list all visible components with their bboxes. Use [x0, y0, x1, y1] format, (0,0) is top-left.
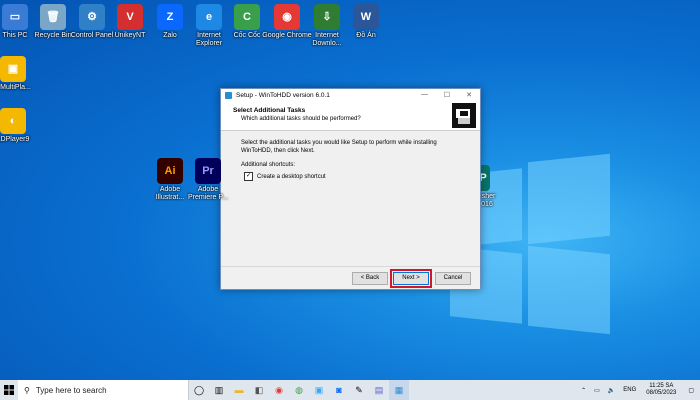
- desktop-shortcut-label[interactable]: Create a desktop shortcut: [257, 174, 326, 180]
- desktop-app-icon: W: [353, 4, 379, 30]
- desktop-app-icon: 🗑: [40, 4, 66, 30]
- app-icon: [225, 92, 232, 99]
- notifications-icon[interactable]: ▢: [688, 387, 694, 394]
- back-button[interactable]: < Back: [352, 272, 388, 285]
- wintohdd-logo-icon: [452, 103, 476, 128]
- dialog-titlebar[interactable]: Setup - WinToHDD version 6.0.1 — ☐ ✕: [221, 89, 480, 102]
- network-icon[interactable]: ▭: [594, 387, 600, 394]
- setup-dialog: Setup - WinToHDD version 6.0.1 — ☐ ✕ Sel…: [220, 88, 481, 290]
- desktop-shortcut-option[interactable]: ✓ Create a desktop shortcut: [244, 172, 468, 181]
- desktop-icon[interactable]: W Đồ Án: [341, 4, 391, 40]
- desktop-app-icon: e: [196, 4, 222, 30]
- cancel-button[interactable]: Cancel: [435, 272, 471, 285]
- search-placeholder: Type here to search: [35, 385, 107, 395]
- chrome-taskbar-icon[interactable]: ◉: [269, 380, 289, 400]
- desktop-icon-label: DMultiPla...: [0, 84, 31, 91]
- minimize-icon[interactable]: —: [421, 91, 428, 98]
- close-icon[interactable]: ✕: [466, 91, 472, 99]
- windows-start-icon: [4, 385, 14, 395]
- desktop-app-icon: ◉: [274, 4, 300, 30]
- desktop-icon[interactable]: ◐ LDPlayer9: [0, 108, 38, 144]
- desktop-app-icon: ◐: [0, 108, 26, 134]
- task-view-timeline-icon[interactable]: ▥: [209, 380, 229, 400]
- desktop-app-icon: Z: [157, 4, 183, 30]
- coccoc-taskbar-icon[interactable]: ◍: [289, 380, 309, 400]
- task-view-icon[interactable]: ◯: [189, 380, 209, 400]
- desktop-app-icon: V: [117, 4, 143, 30]
- desktop-app-icon: ▣: [0, 56, 26, 82]
- desktop-icon-label: LDPlayer9: [0, 136, 30, 143]
- clock-time: 11:25 SA: [649, 383, 674, 389]
- next-button[interactable]: Next >: [390, 269, 432, 288]
- system-tray: ⌃ ▭ 🔈 ENG 11:25 SA 08/05/2023 ▢: [577, 380, 700, 400]
- desktop-icon[interactable]: Pr Adobe Premiere P...: [183, 158, 233, 202]
- desktop-app-icon: Ai: [157, 158, 183, 184]
- search-icon: ⚲: [24, 385, 30, 395]
- clock[interactable]: 11:25 SA 08/05/2023: [646, 383, 676, 397]
- desktop-app-icon: C: [234, 4, 260, 30]
- desktop-shortcut-checkbox[interactable]: ✓: [244, 172, 253, 181]
- file-explorer-icon[interactable]: ▬: [229, 380, 249, 400]
- shortcuts-label: Additional shortcuts:: [241, 162, 296, 168]
- dialog-title: Setup - WinToHDD version 6.0.1: [236, 92, 330, 99]
- teams-taskbar-icon[interactable]: ▤: [369, 380, 389, 400]
- start-button[interactable]: [0, 380, 18, 400]
- dialog-footer: < Back Next > Cancel: [221, 266, 480, 289]
- clock-date: 08/05/2023: [646, 390, 677, 396]
- language-indicator[interactable]: ENG: [623, 387, 636, 393]
- volume-icon[interactable]: 🔈: [608, 387, 615, 394]
- desktop-app-icon: ⚙: [79, 4, 105, 30]
- desktop-icon-label: Đồ Án: [356, 32, 376, 39]
- photoshop-taskbar-icon[interactable]: ▣: [309, 380, 329, 400]
- desktop-icon-label: Adobe Premiere P...: [188, 186, 228, 201]
- taskbar: ⚲ Type here to search ◯ ▥ ▬ ◧ ◉ ◍ ▣ ◙ ✎ …: [0, 380, 700, 400]
- taskbar-search-box[interactable]: ⚲ Type here to search: [18, 380, 189, 400]
- page-subheading: Which additional tasks should be perform…: [241, 116, 361, 122]
- show-hidden-icons-icon[interactable]: ⌃: [581, 387, 586, 394]
- store-icon[interactable]: ◧: [249, 380, 269, 400]
- tool-taskbar-icon[interactable]: ✎: [349, 380, 369, 400]
- page-heading: Select Additional Tasks: [233, 107, 306, 114]
- desktop-app-icon: ⇩: [314, 4, 340, 30]
- zalo-taskbar-icon[interactable]: ◙: [329, 380, 349, 400]
- desktop-app-icon: ▭: [2, 4, 28, 30]
- setup-taskbar-icon[interactable]: ▦: [389, 380, 409, 400]
- description-text: Select the additional tasks you would li…: [241, 140, 437, 154]
- desktop-app-icon: Pr: [195, 158, 221, 184]
- dialog-header: Select Additional Tasks Which additional…: [221, 102, 480, 131]
- maximize-icon[interactable]: ☐: [444, 91, 450, 99]
- desktop-icon[interactable]: ▣ DMultiPla...: [0, 56, 38, 92]
